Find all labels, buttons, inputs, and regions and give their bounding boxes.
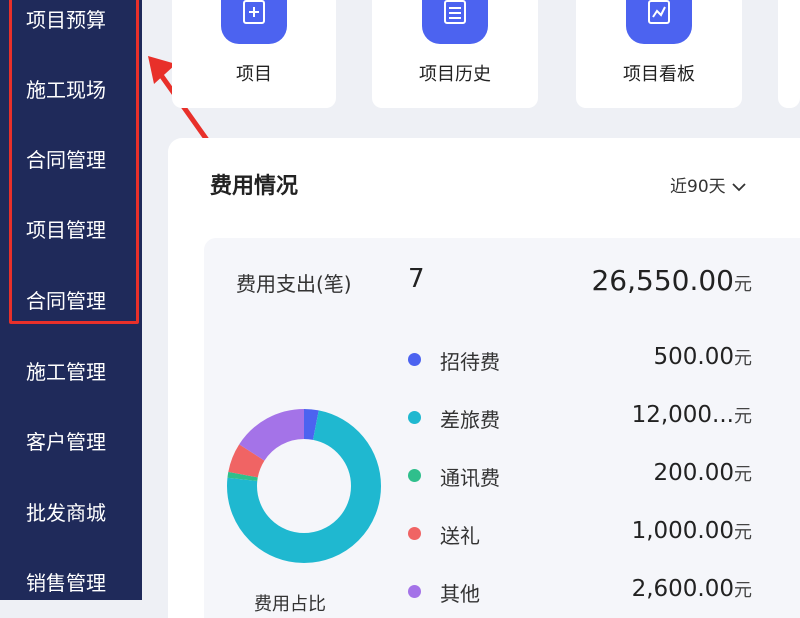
legend-name: 差旅费 (440, 408, 500, 432)
donut-caption: 费用占比 (254, 594, 326, 615)
legend-name: 其他 (440, 582, 480, 606)
legend-amount: 12,000... (631, 402, 734, 428)
list-icon (422, 0, 488, 44)
legend-item: 招待费 500.00元 (408, 342, 752, 378)
legend-item: 通讯费 200.00元 (408, 458, 752, 494)
legend-unit: 元 (734, 348, 752, 369)
legend-value: 12,000...元 (632, 402, 752, 428)
legend-item: 差旅费 12,000...元 (408, 400, 752, 436)
legend-unit: 元 (734, 580, 752, 601)
sidebar-item-construction-management[interactable]: 施工管理 (26, 352, 106, 392)
legend-dot (408, 527, 421, 540)
expense-title: 费用情况 (210, 174, 299, 199)
date-range-select[interactable]: 近90天 (670, 172, 746, 197)
legend-unit: 元 (734, 464, 752, 485)
expense-summary: 费用支出(笔) 7 26,550.00元 招待费 500.00元 差旅费 12,… (204, 238, 800, 618)
legend-item: 送礼 1,000.00元 (408, 516, 752, 552)
legend-dot (408, 353, 421, 366)
board-icon (626, 0, 692, 44)
summary-count: 7 (408, 264, 425, 294)
legend-unit: 元 (734, 406, 752, 427)
quick-link-label: 项目看板 (623, 64, 695, 85)
legend-amount: 1,000.00 (631, 518, 734, 544)
legend-amount: 500.00 (653, 344, 734, 370)
quick-link-label: 项目 (236, 64, 272, 85)
add-icon (221, 0, 287, 44)
chevron-down-icon (732, 183, 746, 192)
legend-value: 2,600.00元 (632, 576, 752, 602)
legend-name: 通讯费 (440, 466, 500, 490)
quick-link-project-history[interactable]: 项目历史 (372, 0, 538, 108)
quick-link-partial[interactable] (778, 0, 800, 108)
legend-value: 500.00元 (654, 344, 752, 370)
sidebar-item-wholesale-mall[interactable]: 批发商城 (26, 493, 106, 533)
quick-link-project[interactable]: 项目 (172, 0, 336, 108)
summary-total: 26,550.00元 (591, 264, 752, 297)
legend-value: 200.00元 (654, 460, 752, 486)
date-range-value: 近90天 (670, 177, 726, 197)
legend-dot (408, 411, 421, 424)
expense-donut-chart (227, 409, 381, 563)
legend-amount: 200.00 (653, 460, 734, 486)
summary-label: 费用支出(笔) (236, 272, 352, 296)
legend-name: 送礼 (440, 524, 480, 548)
highlight-annotation-box (9, 0, 139, 324)
expense-card: 费用情况 近90天 费用支出(笔) 7 26,550.00元 招待费 500.0… (168, 138, 800, 618)
sidebar-item-customer-management[interactable]: 客户管理 (26, 422, 106, 462)
quick-link-project-board[interactable]: 项目看板 (576, 0, 742, 108)
quick-link-label: 项目历史 (419, 64, 491, 85)
legend-amount: 2,600.00 (631, 576, 734, 602)
legend-name: 招待费 (440, 350, 500, 374)
legend-item: 其他 2,600.00元 (408, 574, 752, 610)
sidebar: 项目预算 施工现场 合同管理 项目管理 合同管理 施工管理 客户管理 批发商城 … (0, 0, 142, 600)
total-unit: 元 (734, 274, 752, 295)
sidebar-item-sales-management[interactable]: 销售管理 (26, 563, 106, 603)
legend-dot (408, 585, 421, 598)
legend-unit: 元 (734, 522, 752, 543)
legend-value: 1,000.00元 (632, 518, 752, 544)
total-amount: 26,550.00 (591, 264, 734, 297)
legend-dot (408, 469, 421, 482)
